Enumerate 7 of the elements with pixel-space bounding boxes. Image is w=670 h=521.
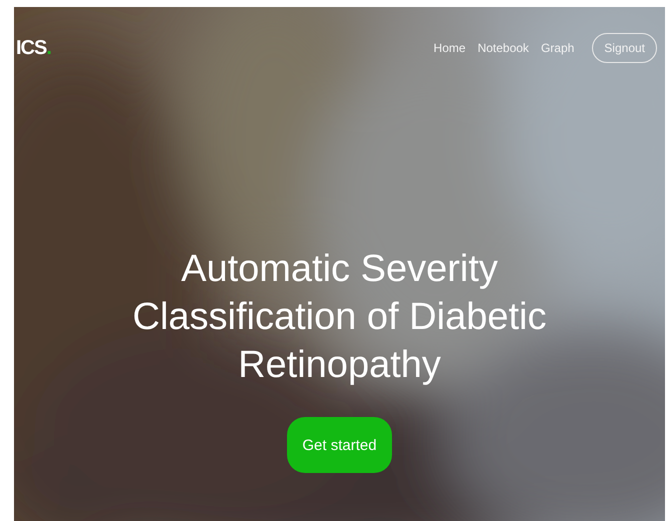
signout-button[interactable]: Signout <box>592 33 657 63</box>
nav-link[interactable]: Home <box>434 41 466 55</box>
nav-link[interactable]: Notebook <box>478 41 529 55</box>
hero-title: Automatic Severity Classification of Diabetic Retinopathy <box>132 247 548 388</box>
logo[interactable]: ICS. <box>16 36 51 60</box>
nav-link[interactable]: Graph <box>540 41 574 55</box>
get-started-button[interactable]: Get started <box>287 417 392 473</box>
